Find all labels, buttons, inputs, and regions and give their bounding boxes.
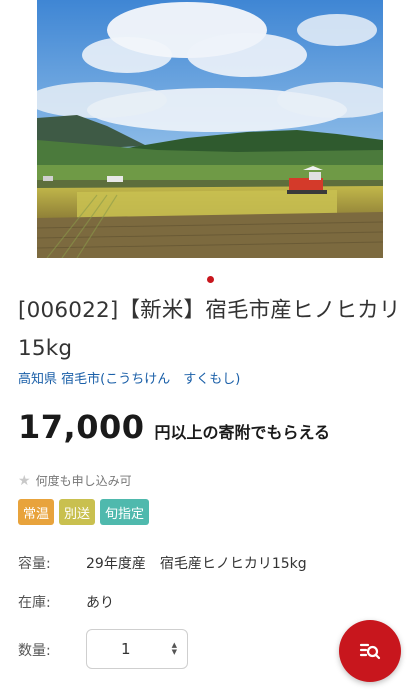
up-down-arrows-icon: ▲ ▼ [171,641,177,656]
spec-stock: 在庫: あり [18,592,114,612]
carousel-dot-active[interactable] [206,276,214,283]
capacity-label: 容量: [18,556,51,572]
spec-quantity: 数量: [18,640,86,660]
tag-season-designation: 旬指定 [100,499,150,525]
price-suffix: 円以上の寄附でもらえる [154,423,331,442]
product-image[interactable] [37,0,383,258]
carousel-indicator [0,276,420,283]
tag-separate-shipping: 別送 [59,499,96,525]
search-fab-button[interactable] [339,620,401,682]
rice-field-photo [37,0,383,258]
price-amount: 17,000 [18,408,145,446]
product-title: [006022]【新米】宿毛市産ヒノヒカリ 15kg [18,298,401,361]
capacity-value: 29年度産 宿毛産ヒノヒカリ15kg [86,556,307,572]
quantity-label: 数量: [18,643,51,659]
tag-list: 常温 別送 旬指定 [18,499,150,525]
search-list-icon [359,643,381,660]
stock-label: 在庫: [18,595,51,611]
price-row: 17,000 円以上の寄附でもらえる [18,408,330,446]
region-link[interactable]: 高知県 宿毛市(こうちけん すくもし) [18,368,240,387]
quantity-value: 1 [121,640,131,658]
tag-room-temperature: 常温 [18,499,55,525]
star-icon: ★ [18,472,31,489]
quantity-select[interactable]: 1 ▲ ▼ [86,629,188,669]
repeat-note-text: 何度も申し込み可 [35,474,132,488]
spec-capacity: 容量: 29年度産 宿毛産ヒノヒカリ15kg [18,553,307,573]
stock-value: あり [86,595,114,611]
repeat-note: ★ 何度も申し込み可 [18,472,132,489]
